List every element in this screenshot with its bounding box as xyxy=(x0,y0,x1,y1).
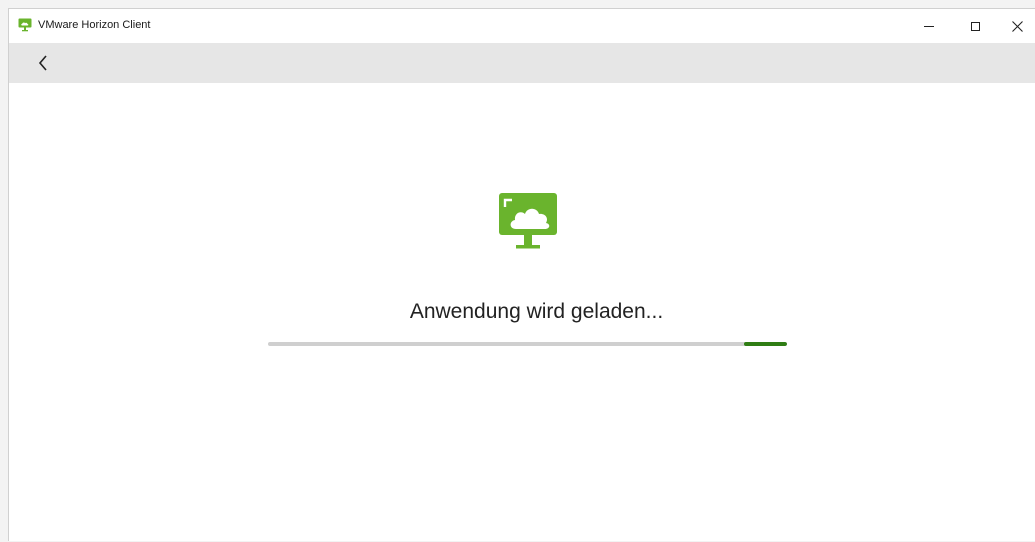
app-window: VMware Horizon Client Anwendung wird gel… xyxy=(8,8,1035,541)
minimize-icon xyxy=(924,25,934,27)
back-button[interactable] xyxy=(31,49,55,77)
navigation-toolbar xyxy=(9,43,1035,83)
progress-bar xyxy=(268,342,787,346)
desktop-cloud-icon xyxy=(499,193,557,249)
loading-status-text: Anwendung wird geladen... xyxy=(409,300,664,323)
window-title: VMware Horizon Client xyxy=(38,19,151,31)
close-icon xyxy=(1011,20,1023,32)
minimize-button[interactable] xyxy=(906,9,952,43)
loading-panel: Anwendung wird geladen... xyxy=(9,83,1035,542)
app-logo-icon xyxy=(18,18,32,32)
maximize-button[interactable] xyxy=(952,9,998,43)
maximize-icon xyxy=(970,21,980,31)
title-bar[interactable]: VMware Horizon Client xyxy=(9,9,1035,43)
progress-bar-fill xyxy=(743,342,787,346)
chevron-left-icon xyxy=(38,55,47,71)
close-button[interactable] xyxy=(998,9,1035,43)
